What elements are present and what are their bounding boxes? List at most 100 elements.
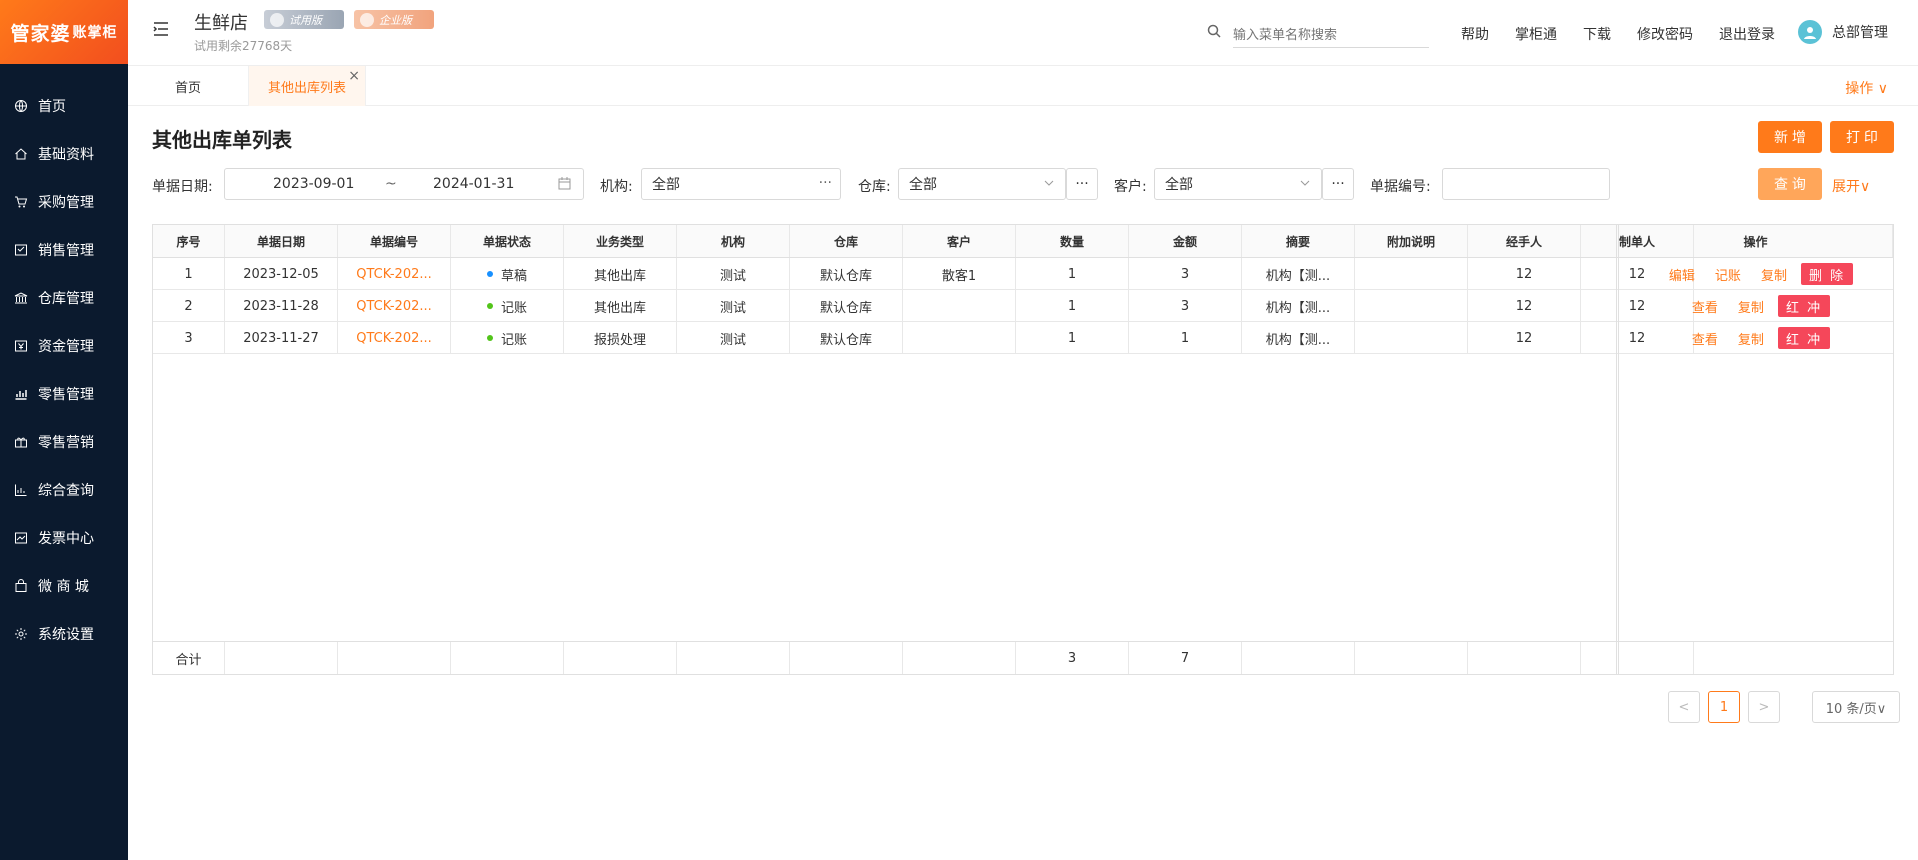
query-button[interactable]: 查 询 xyxy=(1758,168,1822,200)
bag-icon xyxy=(14,579,28,593)
header-link-0[interactable]: 帮助 xyxy=(1461,24,1489,44)
next-page-button[interactable]: > xyxy=(1748,691,1780,723)
sidebar-item-label: 销售管理 xyxy=(38,243,94,259)
docno-input[interactable] xyxy=(1442,168,1610,200)
trial-badge-label: 试用版 xyxy=(289,13,322,27)
sidebar-item-0[interactable]: 首页 xyxy=(0,82,128,130)
sidebar-item-9[interactable]: 发票中心 xyxy=(0,514,128,562)
table-cell: 12 xyxy=(1468,322,1581,354)
sidebar-item-8[interactable]: 综合查询 xyxy=(0,466,128,514)
sidebar-item-2[interactable]: 采购管理 xyxy=(0,178,128,226)
store-name: 生鲜店 xyxy=(194,13,248,34)
table-row[interactable]: 3 2023-11-27 QTCK-202... 记账 报损处理 测试 默认仓库 1 1 机构【测… xyxy=(153,322,1893,354)
action-复制[interactable]: 复制 xyxy=(1738,297,1764,316)
sidebar-item-10[interactable]: 微 商 城 xyxy=(0,562,128,610)
column-header: 单据状态 xyxy=(451,225,564,257)
table-cell: 默认仓库 xyxy=(790,258,903,290)
trial-badge: 试用版 xyxy=(264,10,344,29)
sidebar-item-1[interactable]: 基础资料 xyxy=(0,130,128,178)
expand-toggle[interactable]: 展开∨ xyxy=(1832,176,1870,196)
action-button[interactable]: 删 除 xyxy=(1800,263,1854,285)
date-label: 单据日期: xyxy=(152,179,213,195)
column-header: 经手人 xyxy=(1468,225,1581,257)
action-记账[interactable]: 记账 xyxy=(1715,265,1741,284)
table-row[interactable]: 1 2023-12-05 QTCK-202... 草稿 其他出库 测试 默认仓库 散客1 1 3 机… xyxy=(153,258,1893,290)
action-复制[interactable]: 复制 xyxy=(1738,329,1764,348)
tab-home[interactable]: 首页 xyxy=(128,66,248,106)
close-icon[interactable]: × xyxy=(348,68,360,84)
data-table: 序号 单据日期 单据编号 单据状态 业务类型 机构 仓库 客户 数量 金额 摘要 附加说明 经手人 制单人… xyxy=(152,224,1894,675)
date-range-picker[interactable]: 2023-09-01 ~ 2024-01-31 xyxy=(224,168,584,200)
table-cell xyxy=(1355,322,1468,354)
warehouse-select[interactable]: 全部 xyxy=(898,168,1066,200)
table-cell: 1 xyxy=(1016,290,1129,322)
page-title: 其他出库单列表 xyxy=(152,128,292,152)
sidebar-item-11[interactable]: 系统设置 xyxy=(0,610,128,658)
sidebar-item-6[interactable]: 零售管理 xyxy=(0,370,128,418)
sidebar-item-4[interactable]: 仓库管理 xyxy=(0,274,128,322)
table-cell[interactable]: QTCK-202... xyxy=(338,258,451,290)
column-header: 附加说明 xyxy=(1355,225,1468,257)
sidebar-item-label: 零售管理 xyxy=(38,387,94,403)
table-cell: 测试 xyxy=(677,322,790,354)
column-header: 数量 xyxy=(1016,225,1129,257)
doc-number-link[interactable]: QTCK-202... xyxy=(356,331,432,346)
header-link-2[interactable]: 下载 xyxy=(1583,24,1611,44)
doc-number-link[interactable]: QTCK-202... xyxy=(356,299,432,314)
add-button[interactable]: 新 增 xyxy=(1758,121,1822,153)
sidebar-item-label: 采购管理 xyxy=(38,195,94,211)
action-查看[interactable]: 查看 xyxy=(1692,297,1718,316)
trial-remaining: 试用剩余27768天 xyxy=(194,39,293,53)
user-menu[interactable]: 总部管理 xyxy=(1798,20,1888,44)
fixed-column-divider xyxy=(1616,225,1619,674)
sidebar-item-3[interactable]: 销售管理 xyxy=(0,226,128,274)
table-cell xyxy=(1355,290,1468,322)
bar-chart-icon xyxy=(14,483,28,497)
sidebar-item-5[interactable]: 资金管理 xyxy=(0,322,128,370)
star-icon xyxy=(360,12,374,27)
avatar xyxy=(1798,20,1822,44)
table-cell: 3 xyxy=(1129,258,1242,290)
action-button[interactable]: 红 冲 xyxy=(1777,327,1831,349)
action-查看[interactable]: 查看 xyxy=(1692,329,1718,348)
menu-search-input[interactable] xyxy=(1233,22,1429,48)
row-actions: 查看 复制红 冲 xyxy=(1619,322,1893,354)
org-select[interactable]: 全部 ··· xyxy=(641,168,841,200)
action-group: 查看 复制红 冲 xyxy=(1619,327,1893,349)
sidebar: 管家婆 账掌柜 首页 基础资料 采购管理 销售管理 仓库管理 资金管理 零售管理 零售营销 综合… xyxy=(0,0,128,860)
sidebar-item-label: 系统设置 xyxy=(38,627,94,643)
menu-toggle-icon[interactable] xyxy=(152,20,170,38)
date-from: 2023-09-01 xyxy=(273,176,355,192)
table-row[interactable]: 2 2023-11-28 QTCK-202... 记账 其他出库 测试 默认仓库 1 3 机构【测… xyxy=(153,290,1893,322)
header-links: 帮助 掌柜通 下载 修改密码 退出登录 xyxy=(1461,24,1801,44)
column-header: 仓库 xyxy=(790,225,903,257)
action-button[interactable]: 红 冲 xyxy=(1777,295,1831,317)
action-复制[interactable]: 复制 xyxy=(1761,265,1787,284)
print-button[interactable]: 打 印 xyxy=(1830,121,1894,153)
page-size-select[interactable]: 10 条/页∨ xyxy=(1812,691,1900,723)
status-dot xyxy=(486,271,493,277)
customer-select[interactable]: 全部 xyxy=(1154,168,1322,200)
table-cell[interactable]: QTCK-202... xyxy=(338,322,451,354)
header-link-3[interactable]: 修改密码 xyxy=(1637,24,1693,44)
prev-page-button[interactable]: < xyxy=(1668,691,1700,723)
warehouse-label: 仓库: xyxy=(858,179,891,195)
sidebar-item-7[interactable]: 零售营销 xyxy=(0,418,128,466)
doc-number-link[interactable]: QTCK-202... xyxy=(356,267,432,282)
warehouse-more-button[interactable]: ··· xyxy=(1066,168,1098,200)
more-icon[interactable]: ··· xyxy=(819,175,832,191)
page-number[interactable]: 1 xyxy=(1708,691,1740,723)
table-cell: 2023-11-28 xyxy=(225,290,338,322)
tab-operations-dropdown[interactable]: 操作 ∨ xyxy=(1845,78,1888,98)
table-cell: 草稿 xyxy=(451,258,564,290)
total-cell xyxy=(1468,642,1581,674)
header-link-4[interactable]: 退出登录 xyxy=(1719,24,1775,44)
user-name: 总部管理 xyxy=(1832,25,1888,41)
table-cell[interactable]: QTCK-202... xyxy=(338,290,451,322)
header-link-1[interactable]: 掌柜通 xyxy=(1515,24,1557,44)
action-编辑[interactable]: 编辑 xyxy=(1669,265,1695,284)
table-cell: 12 xyxy=(1468,290,1581,322)
customer-more-button[interactable]: ··· xyxy=(1322,168,1354,200)
total-cell xyxy=(1581,642,1694,674)
tab-other-outbound-list[interactable]: 其他出库列表 × xyxy=(248,66,366,106)
